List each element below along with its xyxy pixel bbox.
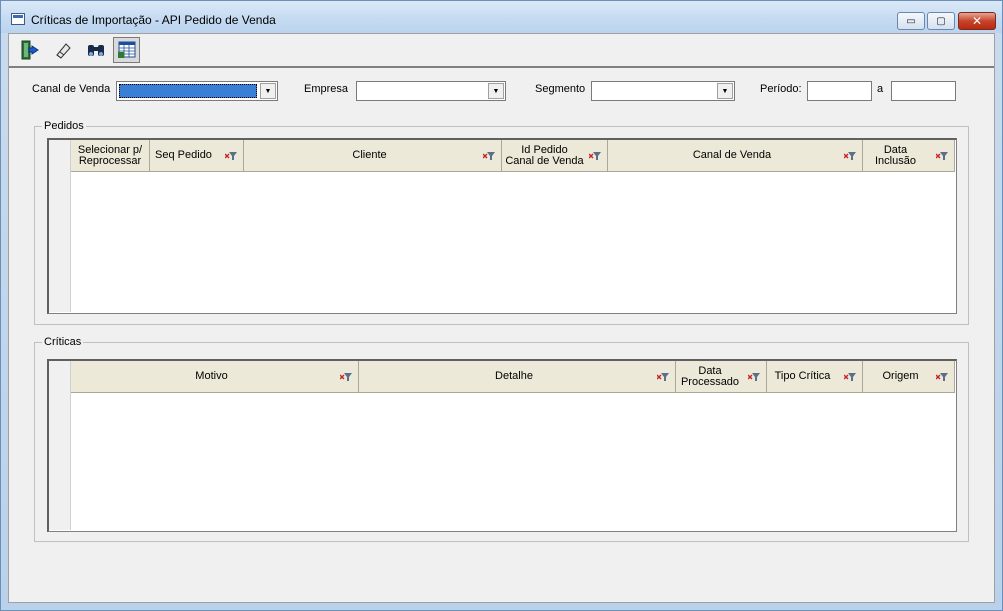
- col-selecionar-label: Selecionar p/ Reprocessar: [77, 143, 143, 167]
- col-tipo-critica[interactable]: Tipo Crítica: [767, 361, 863, 392]
- canal-de-venda-value: [119, 84, 257, 98]
- criticas-grid[interactable]: Motivo Detalhe Data Processado Tipo Crít…: [47, 359, 957, 532]
- eraser-icon: [55, 43, 71, 59]
- filter-icon[interactable]: [844, 372, 856, 382]
- pedidos-grid[interactable]: Selecionar p/ Reprocessar Seq Pedido Cli…: [47, 138, 957, 314]
- binoculars-icon: [87, 45, 104, 56]
- col-canal-de-venda-label: Canal de Venda: [692, 149, 772, 161]
- periodo-ate-input[interactable]: [891, 81, 956, 101]
- col-id-pedido[interactable]: Id Pedido Canal de Venda: [502, 140, 608, 171]
- col-detalhe[interactable]: Detalhe: [359, 361, 676, 392]
- chevron-down-icon[interactable]: ▼: [260, 83, 276, 99]
- app-icon: [11, 13, 25, 25]
- filter-icon[interactable]: [844, 151, 856, 161]
- empresa-label: Empresa: [304, 83, 349, 95]
- col-cliente[interactable]: Cliente: [244, 140, 502, 171]
- minimize-icon: ▭: [906, 15, 916, 27]
- app-window: Críticas de Importação - API Pedido de V…: [0, 0, 1003, 611]
- col-motivo[interactable]: Motivo: [71, 361, 359, 392]
- criticas-row-indicator: [49, 361, 71, 530]
- grid-process-icon: [117, 41, 135, 58]
- filter-icon[interactable]: [936, 372, 948, 382]
- filter-icon[interactable]: [936, 151, 948, 161]
- canal-de-venda-label: Canal de Venda: [32, 83, 111, 95]
- periodo-de-input[interactable]: [807, 81, 872, 101]
- col-data-processado-label: Data Processado: [680, 364, 740, 388]
- segmento-select[interactable]: ▼: [591, 81, 735, 101]
- col-data-inclusao-label: Data Inclusão: [875, 143, 916, 167]
- search-button[interactable]: [82, 37, 109, 63]
- toolbar: [9, 34, 994, 68]
- pedidos-row-indicator: [49, 140, 71, 312]
- close-button[interactable]: ✕: [958, 12, 996, 30]
- col-data-processado[interactable]: Data Processado: [676, 361, 767, 392]
- exit-button[interactable]: [15, 37, 42, 63]
- criticas-legend: Críticas: [42, 336, 84, 348]
- col-selecionar[interactable]: Selecionar p/ Reprocessar: [71, 140, 150, 171]
- col-canal-de-venda[interactable]: Canal de Venda: [608, 140, 863, 171]
- chevron-down-icon[interactable]: ▼: [488, 83, 504, 99]
- col-motivo-label: Motivo: [195, 370, 228, 382]
- filter-icon[interactable]: [748, 372, 760, 382]
- reprocess-button[interactable]: [113, 37, 140, 63]
- periodo-separator: a: [877, 83, 884, 95]
- filter-icon[interactable]: [483, 151, 495, 161]
- exit-door-icon: [21, 40, 39, 60]
- window-title: Críticas de Importação - API Pedido de V…: [31, 13, 276, 27]
- clear-button[interactable]: [49, 37, 76, 63]
- col-tipo-critica-label: Tipo Crítica: [774, 370, 831, 382]
- maximize-icon: ▢: [936, 15, 946, 27]
- maximize-button[interactable]: ▢: [927, 12, 955, 30]
- canal-de-venda-select[interactable]: ▼: [116, 81, 278, 101]
- filter-icon[interactable]: [589, 151, 601, 161]
- col-seq-pedido[interactable]: Seq Pedido: [150, 140, 244, 171]
- pedidos-legend: Pedidos: [42, 120, 86, 132]
- minimize-button[interactable]: ▭: [897, 12, 925, 30]
- chevron-down-icon[interactable]: ▼: [717, 83, 733, 99]
- periodo-label: Período:: [760, 83, 802, 95]
- col-cliente-label: Cliente: [352, 149, 387, 161]
- title-bar[interactable]: Críticas de Importação - API Pedido de V…: [1, 1, 1002, 33]
- col-detalhe-label: Detalhe: [495, 370, 533, 382]
- segmento-label: Segmento: [535, 83, 586, 95]
- col-seq-pedido-label: Seq Pedido: [155, 149, 212, 161]
- filter-icon[interactable]: [225, 151, 237, 161]
- col-id-pedido-label: Id Pedido Canal de Venda: [505, 143, 584, 167]
- col-data-inclusao[interactable]: Data Inclusão: [863, 140, 955, 171]
- filter-icon[interactable]: [340, 372, 352, 382]
- col-origem[interactable]: Origem: [863, 361, 955, 392]
- close-icon: ✕: [971, 14, 983, 28]
- filter-icon[interactable]: [657, 372, 669, 382]
- empresa-select[interactable]: ▼: [356, 81, 506, 101]
- col-origem-label: Origem: [882, 370, 919, 382]
